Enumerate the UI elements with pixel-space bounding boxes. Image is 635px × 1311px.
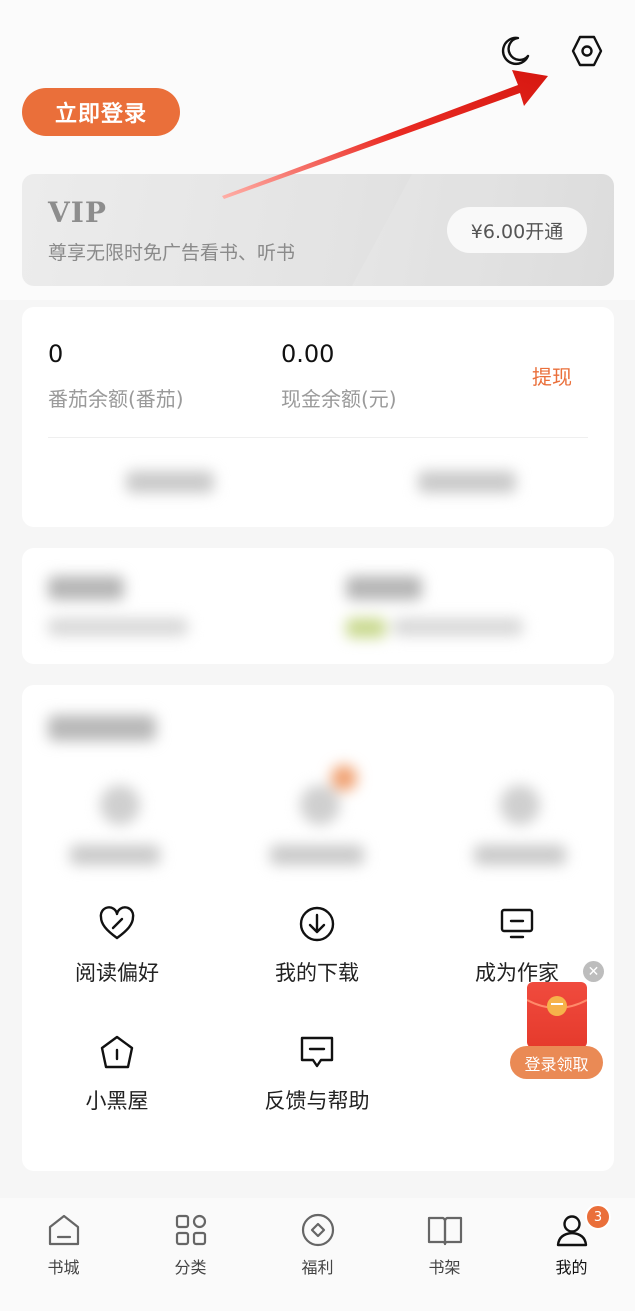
cash-balance-value: 0.00	[281, 340, 335, 368]
redpacket-close-icon[interactable]: ✕	[583, 961, 604, 982]
tab-bookstore[interactable]: 书城	[0, 1212, 127, 1278]
home-icon	[48, 1214, 79, 1246]
feedback-help-item[interactable]: 反馈与帮助	[222, 1033, 412, 1115]
coin-icon	[301, 1213, 334, 1247]
blurred-reading-card	[22, 548, 614, 664]
my-downloads-label: 我的下载	[275, 961, 359, 985]
reading-preference-item[interactable]: 阅读偏好	[22, 905, 212, 987]
tab-category[interactable]: 分类	[127, 1212, 254, 1278]
monitor-icon	[500, 908, 534, 939]
balance-divider	[48, 437, 588, 438]
balance-card: 0 番茄余额(番茄) 0.00 现金余额(元) 提现	[22, 307, 614, 527]
house-icon	[100, 1035, 134, 1069]
redpacket-graphic	[526, 996, 588, 1016]
reading-preference-label: 阅读偏好	[75, 961, 159, 985]
redpacket-icon[interactable]	[526, 982, 588, 1048]
cash-balance-label: 现金余额(元)	[281, 387, 397, 411]
tab-welfare[interactable]: 福利	[254, 1212, 381, 1278]
tab-category-label: 分类	[174, 1258, 207, 1277]
grid-icon	[175, 1214, 206, 1246]
heart-pen-icon	[99, 906, 135, 940]
tab-bookshelf[interactable]: 书架	[381, 1212, 508, 1278]
services-card: 阅读偏好 我的下载 成为作家 小黑屋 反馈与帮助	[22, 685, 614, 1171]
tab-bookstore-label: 书城	[47, 1258, 80, 1277]
withdraw-link[interactable]: 提现	[532, 361, 572, 390]
annotation-arrow	[222, 70, 548, 199]
chat-icon	[300, 1036, 334, 1068]
feedback-help-label: 反馈与帮助	[264, 1089, 370, 1113]
tomato-balance-value: 0	[48, 340, 64, 368]
blacklist-item[interactable]: 小黑屋	[22, 1033, 212, 1115]
tab-bookshelf-label: 书架	[428, 1258, 461, 1277]
tab-mine-label: 我的	[555, 1258, 588, 1277]
blacklist-label: 小黑屋	[85, 1089, 149, 1113]
tab-welfare-label: 福利	[301, 1258, 334, 1277]
bottom-tab-bar: 书城 分类 福利 书架 我的 3	[0, 1198, 635, 1311]
notification-badge: 3	[585, 1204, 611, 1230]
login-claim-button[interactable]: 登录领取	[510, 1046, 603, 1079]
book-icon	[427, 1216, 462, 1246]
my-downloads-item[interactable]: 我的下载	[222, 905, 412, 987]
tomato-balance-label: 番茄余额(番茄)	[48, 387, 184, 411]
download-icon	[299, 906, 335, 942]
tab-mine[interactable]: 我的	[508, 1212, 635, 1278]
